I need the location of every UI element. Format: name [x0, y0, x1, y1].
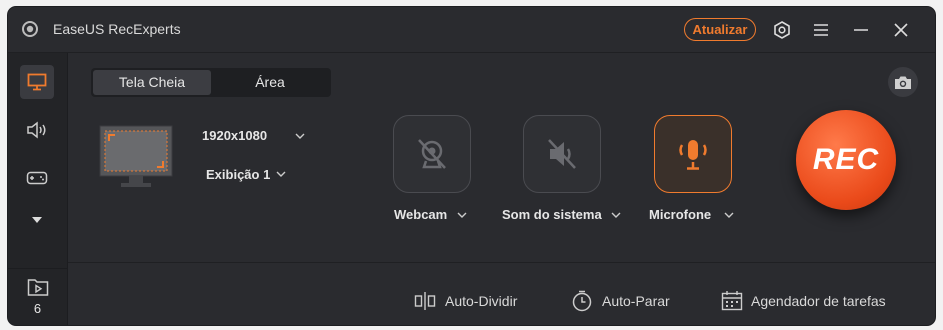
chevron-down-icon[interactable]	[457, 212, 467, 218]
gamepad-icon	[26, 171, 48, 185]
microphone-toggle[interactable]	[654, 115, 732, 193]
sidebar-item-audio[interactable]	[20, 113, 54, 147]
upgrade-button[interactable]: Atualizar	[684, 18, 756, 41]
sidebar-item-screen[interactable]	[20, 65, 54, 99]
chevron-down-icon[interactable]	[295, 133, 305, 139]
chevron-down-icon[interactable]	[724, 212, 734, 218]
microphone-icon	[679, 140, 707, 170]
tab-full-screen[interactable]: Tela Cheia	[93, 70, 211, 95]
resolution-select[interactable]: 1920x1080	[202, 128, 267, 143]
menu-icon[interactable]	[810, 19, 832, 41]
speaker-icon	[27, 121, 46, 139]
recordings-count: 6	[33, 301, 42, 316]
split-icon[interactable]	[414, 291, 436, 311]
camera-icon	[895, 76, 911, 89]
system-sound-label[interactable]: Som do sistema	[502, 207, 602, 222]
capture-mode-tabs: Tela Cheia Área	[91, 68, 331, 97]
record-button[interactable]: REC	[796, 110, 896, 210]
webcam-toggle[interactable]	[393, 115, 471, 193]
monitor-select[interactable]: Exibição 1	[206, 167, 270, 182]
close-icon[interactable]	[890, 19, 912, 41]
microphone-label[interactable]: Microfone	[649, 207, 711, 222]
minimize-icon[interactable]	[850, 19, 872, 41]
app-window: EaseUS RecExperts Atualizar 6 Tela Cheia…	[8, 7, 935, 325]
auto-split-button[interactable]: Auto-Dividir	[445, 293, 517, 309]
tab-area[interactable]: Área	[211, 70, 329, 95]
auto-stop-button[interactable]: Auto-Parar	[602, 293, 670, 309]
app-logo-icon	[22, 21, 38, 37]
monitor-preview-icon	[99, 125, 173, 187]
video-folder-icon	[27, 279, 49, 296]
monitor-icon	[27, 73, 47, 91]
speaker-off-icon	[548, 139, 576, 169]
bottom-toolbar: Auto-Dividir Auto-Parar Agendador de tar…	[68, 262, 935, 325]
timer-icon[interactable]	[571, 290, 593, 312]
webcam-off-icon	[418, 139, 446, 169]
webcam-label[interactable]: Webcam	[394, 207, 447, 222]
system-sound-toggle[interactable]	[523, 115, 601, 193]
sidebar-item-game[interactable]	[20, 161, 54, 195]
sidebar-more-button[interactable]	[20, 203, 54, 237]
app-title: EaseUS RecExperts	[53, 21, 181, 37]
recordings-button[interactable]: 6	[8, 268, 67, 325]
settings-icon[interactable]	[771, 19, 793, 41]
calendar-icon[interactable]	[721, 290, 743, 312]
chevron-down-icon[interactable]	[276, 171, 286, 177]
chevron-down-icon[interactable]	[611, 212, 621, 218]
screenshot-button[interactable]	[888, 67, 918, 97]
triangle-down-icon	[32, 217, 42, 223]
title-bar: EaseUS RecExperts Atualizar	[8, 7, 935, 53]
sidebar: 6	[8, 53, 68, 325]
task-scheduler-button[interactable]: Agendador de tarefas	[751, 293, 886, 309]
